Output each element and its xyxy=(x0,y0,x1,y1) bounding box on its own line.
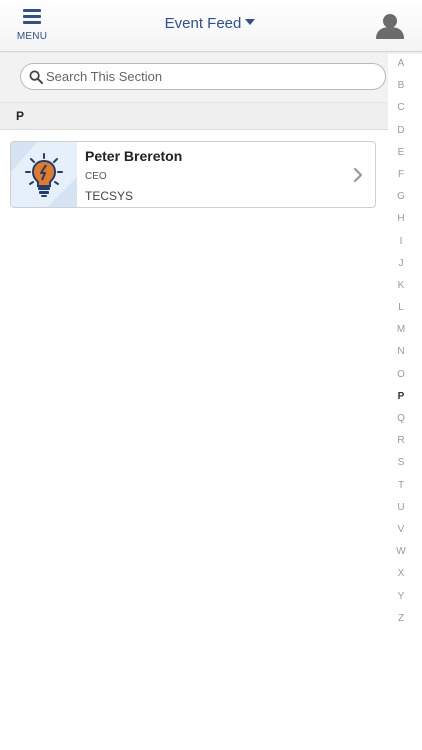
section-header: P xyxy=(0,103,388,130)
index-letter-d[interactable]: D xyxy=(388,122,414,144)
profile-button[interactable] xyxy=(374,12,406,40)
index-letter-h[interactable]: H xyxy=(388,210,414,232)
index-letter-v[interactable]: V xyxy=(388,521,414,543)
page-title: Event Feed xyxy=(164,15,242,32)
attendee-company: TECSYS xyxy=(85,189,134,203)
search-box[interactable] xyxy=(20,63,386,90)
chevron-right-icon xyxy=(353,168,363,182)
attendee-job-title: CEO xyxy=(85,171,107,182)
index-letter-s[interactable]: S xyxy=(388,454,414,476)
search-icon xyxy=(29,70,43,84)
index-letter-a[interactable]: A xyxy=(388,55,414,77)
index-letter-t[interactable]: T xyxy=(388,477,414,499)
search-bar-area xyxy=(0,53,388,103)
index-letter-i[interactable]: I xyxy=(388,233,414,255)
index-letter-g[interactable]: G xyxy=(388,188,414,210)
index-letter-p[interactable]: P xyxy=(388,388,414,410)
index-letter-j[interactable]: J xyxy=(388,255,414,277)
index-letter-f[interactable]: F xyxy=(388,166,414,188)
search-input[interactable] xyxy=(46,67,366,86)
index-letter-o[interactable]: O xyxy=(388,366,414,388)
index-letter-u[interactable]: U xyxy=(388,499,414,521)
index-letter-m[interactable]: M xyxy=(388,321,414,343)
index-letter-c[interactable]: C xyxy=(388,99,414,121)
attendee-card[interactable]: Peter Brereton CEO TECSYS xyxy=(10,141,376,208)
index-letter-k[interactable]: K xyxy=(388,277,414,299)
index-letter-x[interactable]: X xyxy=(388,565,414,587)
user-silhouette-icon xyxy=(376,14,404,39)
section-letter: P xyxy=(16,109,25,123)
index-letter-e[interactable]: E xyxy=(388,144,414,166)
index-letter-y[interactable]: Y xyxy=(388,588,414,610)
index-letter-w[interactable]: W xyxy=(388,543,414,565)
lightbulb-icon xyxy=(11,142,77,207)
index-letter-l[interactable]: L xyxy=(388,299,414,321)
index-letter-n[interactable]: N xyxy=(388,343,414,365)
hamburger-icon xyxy=(23,9,41,24)
event-feed-dropdown[interactable]: Event Feed xyxy=(150,15,270,39)
menu-button[interactable]: MENU xyxy=(10,6,54,46)
index-letter-q[interactable]: Q xyxy=(388,410,414,432)
top-navigation-bar: MENU Event Feed xyxy=(0,0,422,52)
caret-down-icon xyxy=(245,19,256,25)
index-letter-r[interactable]: R xyxy=(388,432,414,454)
index-letter-z[interactable]: Z xyxy=(388,610,414,632)
attendee-name: Peter Brereton xyxy=(85,148,183,164)
menu-label: MENU xyxy=(16,31,48,42)
alphabet-index-bar[interactable]: ABCDEFGHIJKLMNOPQRSTUVWXYZ xyxy=(388,55,414,630)
attendee-thumbnail xyxy=(11,142,77,207)
index-letter-b[interactable]: B xyxy=(388,77,414,99)
